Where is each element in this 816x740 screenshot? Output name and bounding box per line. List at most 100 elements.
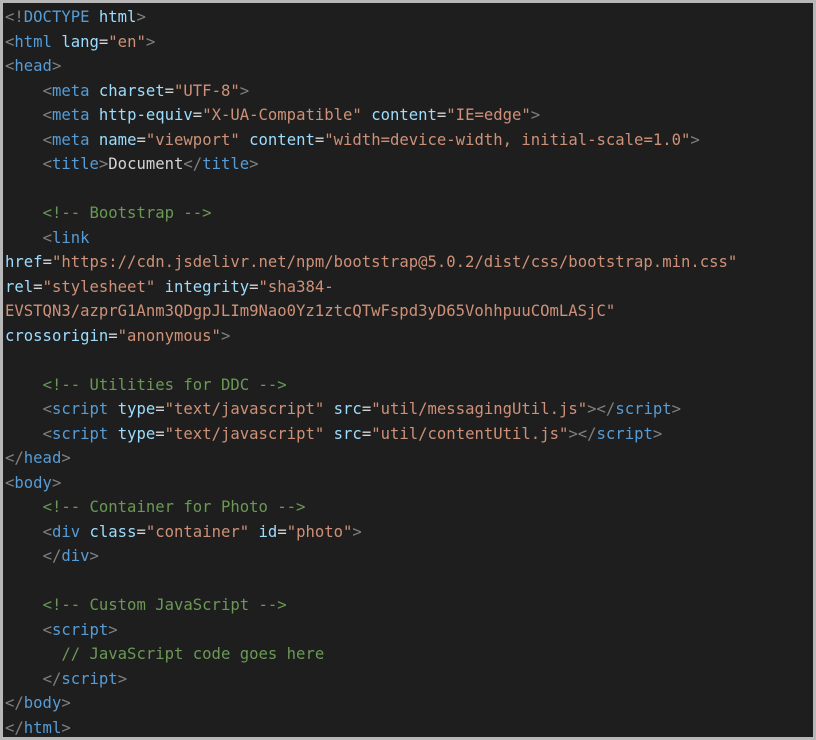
code-token: "photo" (286, 522, 353, 541)
code-token: title (51, 155, 99, 173)
code-token: script (51, 620, 109, 639)
code-token: < (42, 400, 52, 418)
code-token: src (333, 400, 362, 418)
code-token: < (5, 473, 15, 492)
code-token: "container" (145, 522, 250, 541)
code-token: name (98, 130, 137, 149)
code-line: rel="stylesheet" integrity="sha384- (5, 275, 737, 300)
code-token: "width=device-width, initial-scale=1.0" (324, 130, 691, 149)
code-token: <!-- Bootstrap --> (42, 204, 212, 222)
code-token: content (249, 130, 315, 149)
code-token: = (155, 400, 165, 418)
code-line: crossorigin="anonymous"> (5, 324, 737, 349)
code-token: http-equiv (98, 106, 193, 124)
code-token: = (33, 277, 43, 296)
code-token: > (352, 522, 362, 541)
code-line: // JavaScript code goes here (5, 642, 737, 667)
code-token: EVSTQN3/azprG1Anm3QDgpJLIm9Nao0Yz1ztcQTw… (5, 302, 616, 320)
code-token: rel (5, 277, 34, 296)
code-line: ​ (5, 348, 737, 373)
code-token: = (249, 277, 259, 296)
code-token: = (98, 32, 109, 51)
code-token: link (51, 228, 90, 247)
code-line: <!-- Bootstrap --> (5, 201, 737, 226)
code-token: < (42, 228, 52, 247)
code-token: < (42, 106, 52, 124)
code-token: = (361, 424, 372, 443)
code-line: </html> (5, 716, 737, 738)
code-line: <script type="text/javascript" src="util… (5, 422, 737, 447)
code-token: > (145, 32, 156, 51)
code-line: <!-- Utilities for DDC --> (5, 373, 737, 398)
code-line: <head> (5, 54, 737, 79)
code-line: href="https://cdn.jsdelivr.net/npm/boots… (5, 250, 737, 275)
code-token: > (61, 449, 71, 467)
code-token: html (23, 718, 62, 737)
code-line: EVSTQN3/azprG1Anm3QDgpJLIm9Nao0Yz1ztcQTw… (5, 299, 737, 324)
code-line: <script type="text/javascript" src="util… (5, 397, 737, 422)
code-token: = (314, 130, 325, 149)
code-token: = (108, 326, 118, 345)
code-token: </ (42, 669, 62, 688)
code-token: type (117, 400, 156, 418)
code-token: = (136, 522, 146, 541)
code-line: <div class="container" id="photo"> (5, 520, 737, 545)
code-token: = (436, 106, 447, 124)
code-token: content (371, 106, 437, 124)
code-token: = (277, 522, 287, 541)
code-token: = (164, 81, 175, 100)
code-line: <link (5, 226, 737, 251)
code-token: </ (5, 718, 24, 737)
code-token: ></ (568, 424, 597, 443)
code-token: <! (5, 8, 24, 26)
code-token: class (89, 522, 137, 541)
code-token: Document (108, 155, 184, 173)
code-token: </ (5, 449, 24, 467)
code-line: <!DOCTYPE html> (5, 5, 737, 30)
code-token: meta (51, 106, 90, 124)
code-token: meta (51, 81, 90, 100)
code-line: <script> (5, 618, 737, 643)
code-token: <!-- Custom JavaScript --> (42, 596, 287, 614)
code-token: < (42, 155, 52, 173)
code-line: <title>Document</title> (5, 152, 737, 177)
code-token: > (61, 718, 71, 737)
code-editor[interactable]: <!DOCTYPE html> <html lang="en"> <head> <m… (0, 0, 816, 740)
code-line: </head> (5, 446, 737, 471)
code-content[interactable]: <!DOCTYPE html> <html lang="en"> <head> <m… (5, 5, 737, 738)
code-token: script (615, 400, 672, 418)
code-token: "en" (108, 32, 146, 51)
code-token: title (202, 155, 250, 173)
code-token: "stylesheet" (42, 277, 156, 296)
code-token: body (23, 694, 62, 712)
code-line: </div> (5, 544, 737, 569)
code-line: <meta charset="UTF-8"> (5, 79, 737, 104)
code-token: script (596, 424, 653, 443)
code-token: > (671, 400, 682, 418)
code-token: > (530, 106, 541, 124)
code-token: <!-- Container for Photo --> (42, 498, 306, 516)
code-line: ​ (5, 177, 737, 202)
code-token: < (5, 57, 15, 75)
code-token: > (249, 155, 259, 173)
code-token: </ (183, 155, 203, 173)
code-token: > (51, 473, 62, 492)
